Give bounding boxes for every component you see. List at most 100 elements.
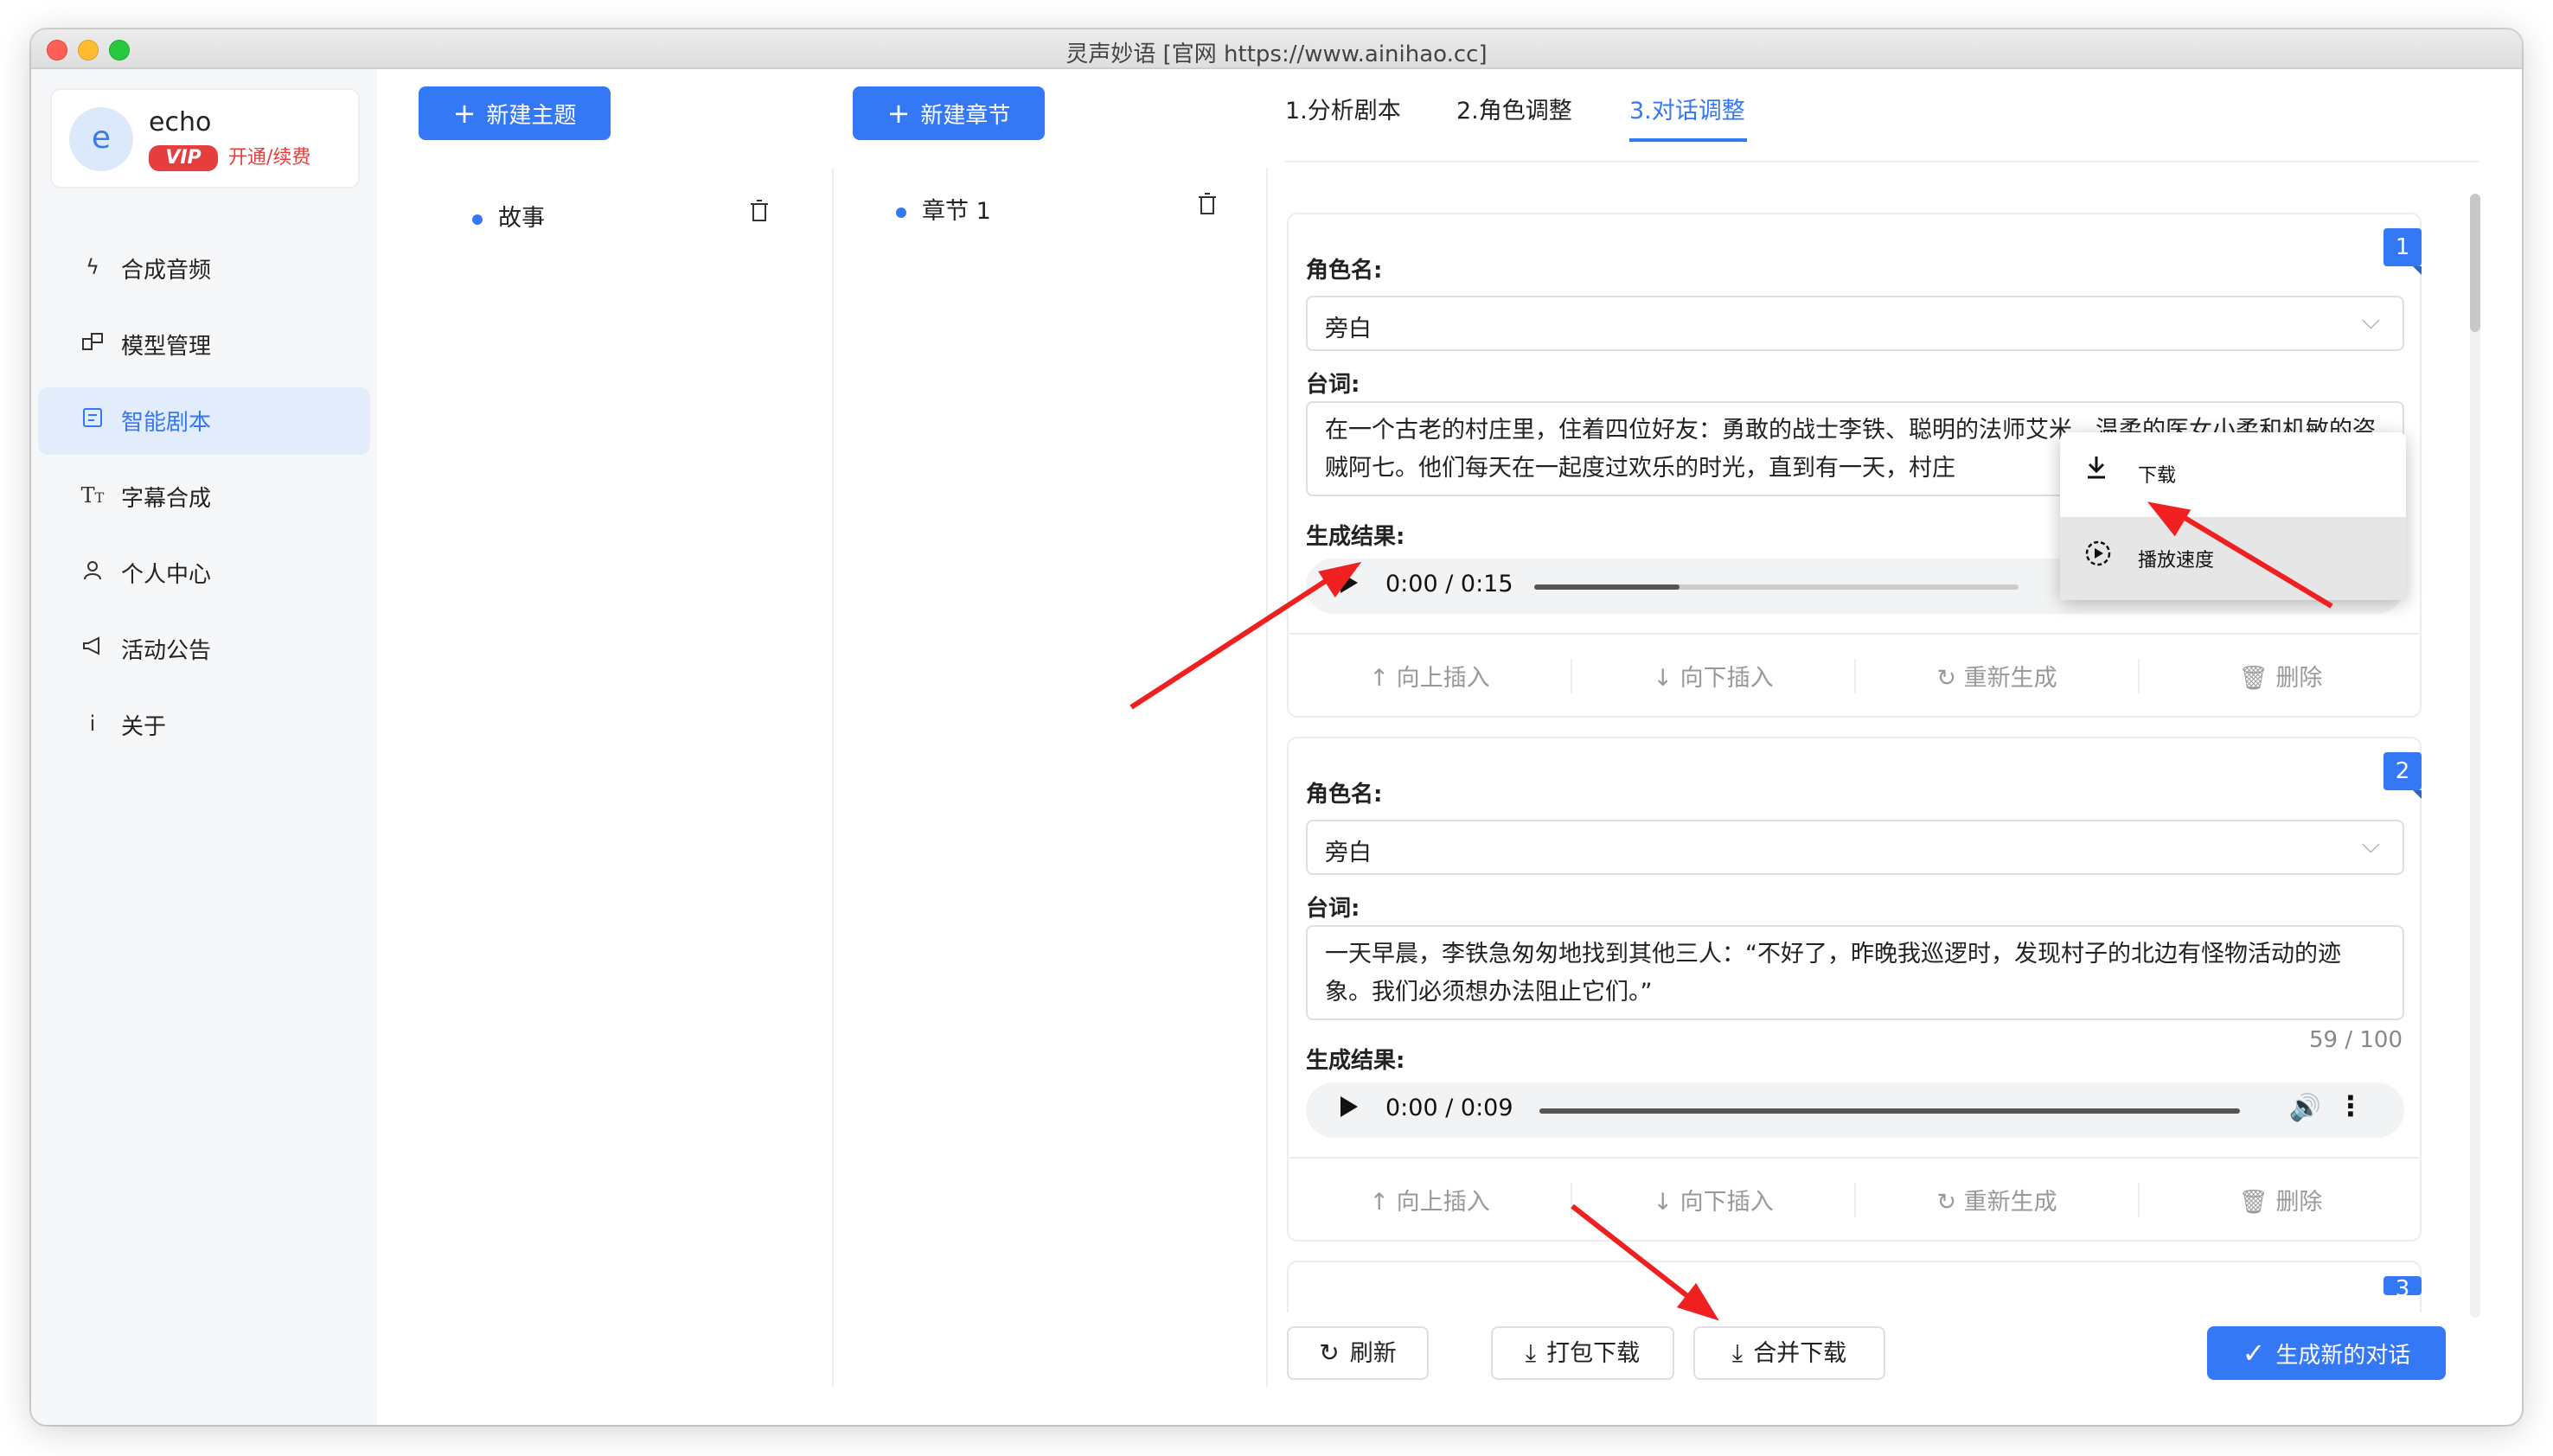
menu-item-playback-speed[interactable]: 播放速度 [2060,517,2406,600]
refresh-icon: ↻ [1936,665,1957,692]
refresh-button[interactable]: ↻ 刷新 [1287,1326,1429,1380]
dialog-index-badge: 2 [2383,752,2422,799]
tab-role-adjust[interactable]: 2.角色调整 [1456,92,1572,125]
title-bar: 灵声妙语 [官网 https://www.ainihao.cc] [31,29,2522,69]
pack-download-button[interactable]: ⤓ 打包下载 [1491,1326,1674,1380]
tab-analyze-script[interactable]: 1.分析剧本 [1285,92,1401,125]
sidebar-item-about[interactable]: i 关于 [38,692,370,759]
role-select[interactable]: 旁白 ⌵ [1306,296,2404,351]
new-topic-button[interactable]: + 新建主题 [419,86,611,140]
sidebar-item-smart-script[interactable]: 智能剧本 [38,387,370,455]
sidebar-item-announcements[interactable]: 活动公告 [38,616,370,683]
delete-button[interactable]: 🗑 删除 [2140,1183,2422,1217]
line-textarea[interactable]: 一天早晨，李铁急匆匆地找到其他三人：“不好了，昨晚我巡逻时，发现村子的北边有怪物… [1306,925,2404,1020]
dialog-index-badge: 3 [2383,1276,2422,1295]
menu-item-playback-speed-label: 播放速度 [2138,550,2215,572]
char-count: 59 / 100 [2309,1027,2403,1053]
regenerate-label: 重新生成 [1963,665,2057,692]
dialog-card: 3 [1287,1261,2422,1312]
insert-down-button[interactable]: ↓ 向下插入 [1572,659,1854,693]
insert-up-button[interactable]: ↑ 向上插入 [1289,659,1571,693]
plus-icon: + [886,97,911,130]
insert-up-button[interactable]: ↑ 向上插入 [1289,1183,1571,1217]
sidebar: e echo VIP 开通/续费 ϟ 合成音频 模型管理 智能剧本 TT 字幕合… [31,69,377,1425]
insert-down-button[interactable]: ↓ 向下插入 [1572,1183,1854,1217]
window-title: 灵声妙语 [官网 https://www.ainihao.cc] [1065,42,1488,67]
audio-track[interactable] [1539,1108,2240,1114]
chevron-down-icon: ⌵ [2361,306,2380,335]
dialog-card: 2 角色名: 旁白 ⌵ 台词: 一天早晨，李铁急匆匆地找到其他三人：“不好了，昨… [1287,737,2422,1242]
new-chapter-button[interactable]: + 新建章节 [853,86,1045,140]
regenerate-button[interactable]: ↻ 重新生成 [1856,1183,2138,1217]
playback-speed-icon [2084,540,2112,574]
sidebar-item-label: 合成音频 [121,258,212,284]
generate-dialog-button[interactable]: ✓ 生成新的对话 [2207,1326,2446,1380]
audio-track[interactable] [1534,584,2019,590]
regenerate-button[interactable]: ↻ 重新生成 [1856,659,2138,693]
topic-item[interactable]: 故事 [472,199,545,233]
arrow-up-icon: ↑ [1369,1189,1390,1216]
insert-up-label: 向上插入 [1396,1189,1490,1216]
merge-download-label: 合并下载 [1753,1340,1847,1367]
more-options-icon[interactable]: ⋮ [2337,1089,2364,1122]
sidebar-item-label: 模型管理 [121,334,212,360]
download-icon [2084,455,2108,488]
delete-label: 删除 [2275,665,2323,692]
user-icon [80,559,106,584]
menu-item-download[interactable]: 下载 [2060,432,2406,515]
column-divider [1266,168,1268,1387]
tab-border [1285,161,2479,163]
topic-label: 故事 [498,205,545,232]
arrow-down-icon: ↓ [1653,665,1673,692]
audio-time: 0:00 / 0:09 [1385,1095,1513,1121]
user-name: echo [149,107,212,137]
lightning-icon: ϟ [86,255,99,279]
script-icon [80,406,106,432]
sidebar-item-synthesize-audio[interactable]: ϟ 合成音频 [38,235,370,303]
role-select[interactable]: 旁白 ⌵ [1306,820,2404,875]
sidebar-item-subtitle[interactable]: TT 字幕合成 [38,463,370,531]
sidebar-item-label: 智能剧本 [121,410,212,436]
pack-download-label: 打包下载 [1546,1340,1641,1367]
bullet-icon [896,207,906,218]
scrollbar-thumb[interactable] [2470,194,2480,332]
audio-current-time: 0:00 [1385,571,1438,597]
sidebar-item-label: 字幕合成 [121,486,212,512]
audio-player[interactable]: 0:00 / 0:09 🔊 ⋮ [1306,1082,2404,1138]
delete-topic-trash-icon[interactable] [749,199,770,229]
result-label: 生成结果: [1306,524,1405,550]
menu-item-download-label: 下载 [2138,465,2177,487]
merge-download-button[interactable]: ⤓ 合并下载 [1693,1326,1885,1380]
delete-label: 删除 [2275,1189,2323,1216]
volume-icon[interactable]: 🔊 [2289,1093,2321,1123]
check-icon: ✓ [2242,1337,2266,1370]
play-icon[interactable] [1340,1096,1358,1117]
audio-duration: 0:15 [1460,571,1513,597]
user-card[interactable]: e echo VIP 开通/续费 [50,88,360,188]
avatar: e [69,107,133,171]
chapter-item[interactable]: 章节 1 [896,192,991,226]
audio-current-time: 0:00 [1385,1095,1438,1121]
content-scrollbar[interactable] [2470,194,2480,1318]
sidebar-item-label: 个人中心 [121,562,212,588]
role-label: 角色名: [1306,258,1383,284]
audio-progress-fill [1534,584,1680,590]
line-label: 台词: [1306,896,1360,922]
download-icon: ⤓ [1525,1338,1537,1367]
plus-icon: + [452,97,477,130]
new-topic-label: 新建主题 [486,103,577,129]
arrow-up-icon: ↑ [1369,665,1390,692]
delete-button[interactable]: 🗑 删除 [2140,659,2422,693]
refresh-icon: ↻ [1936,1189,1957,1216]
sidebar-item-personal-center[interactable]: 个人中心 [38,540,370,607]
trash-icon: 🗑 [2238,665,2268,692]
renew-link[interactable]: 开通/续费 [228,145,310,171]
sidebar-item-model-management[interactable]: 模型管理 [38,311,370,379]
text-icon: TT [80,483,105,508]
delete-chapter-trash-icon[interactable] [1197,192,1218,222]
regenerate-label: 重新生成 [1963,1189,2057,1216]
arrow-down-icon: ↓ [1653,1189,1673,1216]
model-icon [80,330,106,356]
tab-dialog-adjust[interactable]: 3.对话调整 [1629,92,1745,125]
dialog-actions: ↑ 向上插入 ↓ 向下插入 ↻ 重新生成 🗑 删除 [1289,1157,2420,1240]
